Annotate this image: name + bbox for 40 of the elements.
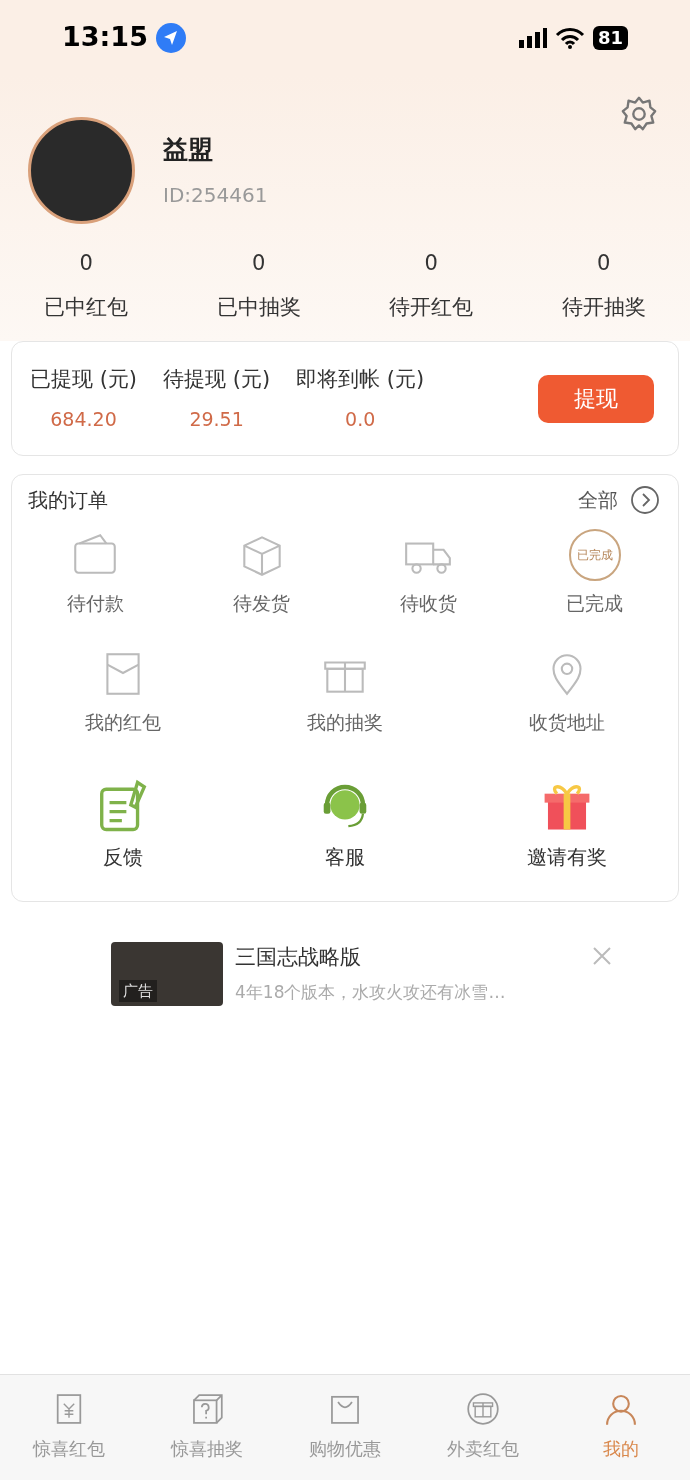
stat-value: 0 (79, 250, 93, 277)
service-item[interactable]: 反馈 (103, 842, 143, 872)
user-id: ID:254461 (163, 182, 268, 210)
stat-value: 0 (252, 250, 266, 277)
user-name: 益盟 (163, 133, 214, 166)
withdraw-button[interactable]: 提现 (538, 374, 654, 423)
balance-amount: 684.20 (50, 407, 117, 432)
order-status-item[interactable]: 待发货 (233, 589, 291, 618)
ad-tag: 广告 (119, 979, 157, 1002)
order-status-item[interactable]: 待付款 (66, 589, 124, 618)
section-title: 我的订单 (28, 487, 108, 514)
view-all-link[interactable]: 全部 (578, 485, 618, 515)
balance-label: 已提现 (元) (30, 365, 138, 393)
order-status-item[interactable]: 已完成 (566, 589, 624, 618)
stat-value: 0 (597, 250, 611, 277)
service-item[interactable]: 客服 (325, 842, 365, 872)
stat-label: 已中抽奖 (216, 293, 301, 321)
stat-value: 0 (424, 250, 438, 277)
order-status-item[interactable]: 待收货 (399, 589, 457, 618)
menu-item[interactable]: 我的抽奖 (307, 707, 383, 736)
battery-level: 81 (592, 25, 628, 50)
balance-amount: 29.51 (189, 407, 244, 432)
balance-amount: 0.0 (345, 407, 376, 432)
wifi-icon (554, 26, 585, 49)
stat-label: 待开红包 (389, 293, 474, 321)
ad-title[interactable]: 三国志战略版 (235, 942, 592, 974)
ad-description: 4年18个版本，水攻火攻还有冰雪… (235, 980, 507, 1004)
menu-item[interactable]: 收货地址 (529, 707, 605, 736)
settings-icon[interactable] (620, 95, 658, 133)
ad-thumbnail[interactable]: 广告 (111, 942, 223, 1006)
service-item[interactable]: 邀请有奖 (527, 842, 607, 872)
menu-item[interactable]: 我的红包 (85, 707, 161, 736)
signal-icon (518, 27, 547, 48)
clock: 13:15 (62, 20, 148, 55)
balance-label: 即将到帐 (元) (296, 365, 425, 393)
stat-label: 待开抽奖 (561, 293, 646, 321)
balance-label: 待提现 (元) (163, 365, 271, 393)
stamp-label: 已完成 (576, 547, 613, 564)
stat-label: 已中红包 (44, 293, 129, 321)
chevron-right-icon (630, 485, 660, 515)
